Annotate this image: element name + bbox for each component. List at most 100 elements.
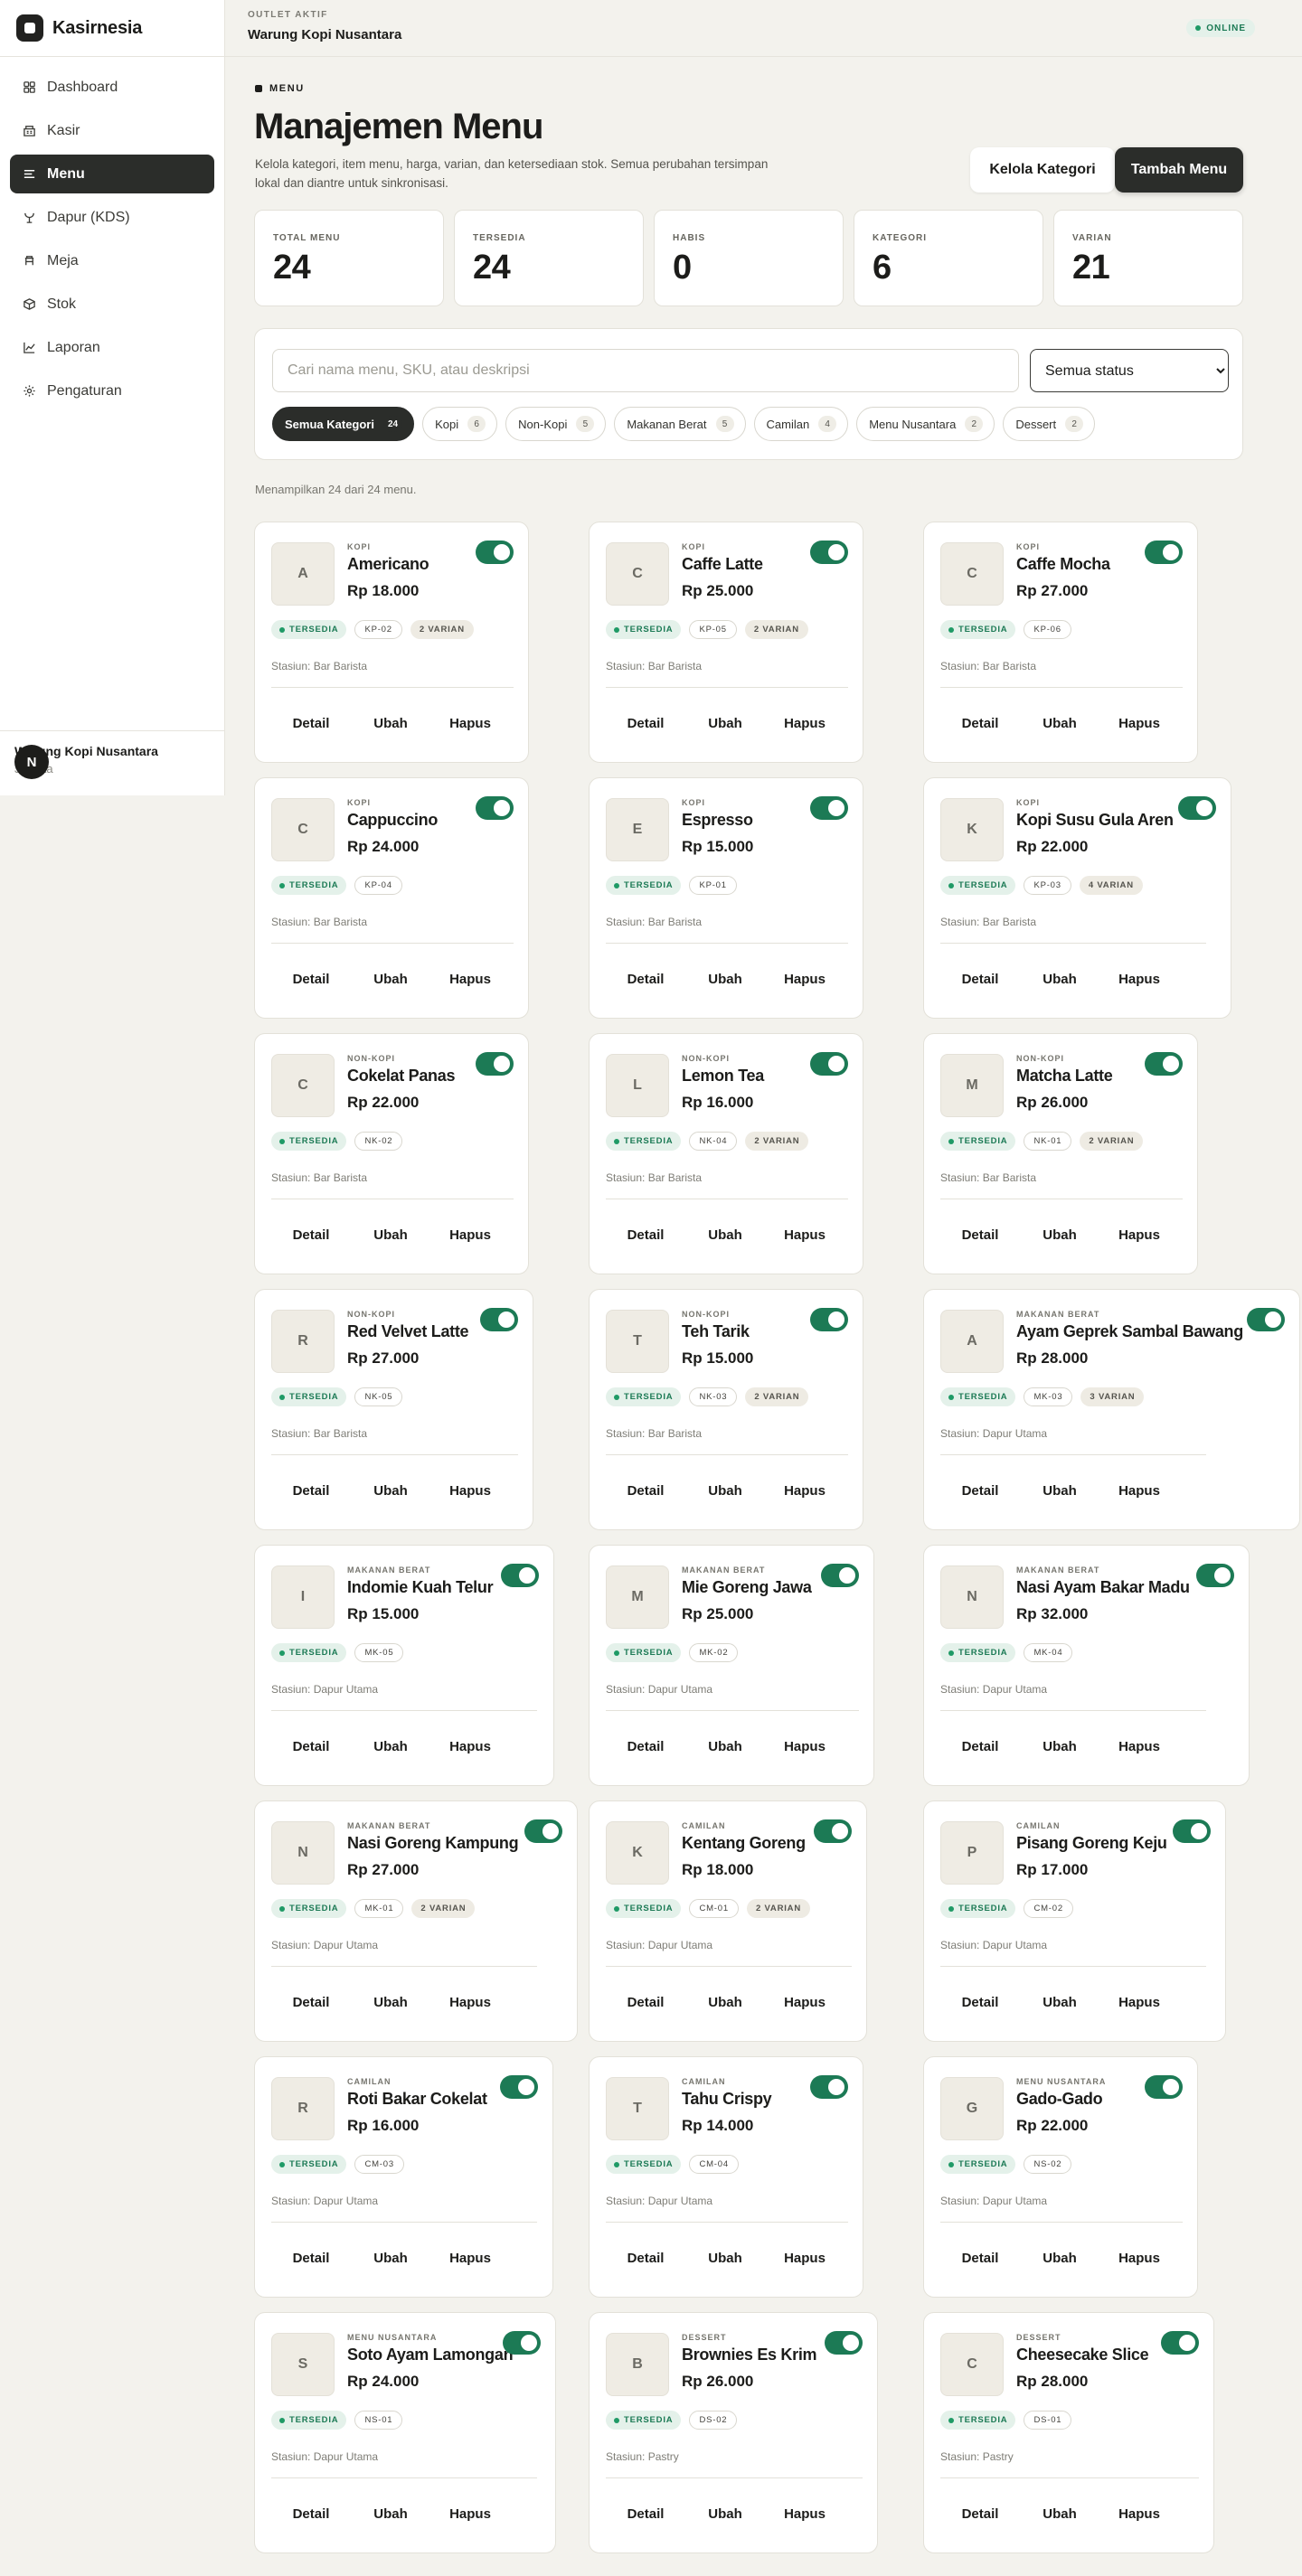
delete-button[interactable]: Hapus: [765, 1217, 844, 1253]
delete-button[interactable]: Hapus: [1099, 1472, 1179, 1509]
availability-toggle[interactable]: [814, 1819, 852, 1843]
sidebar-item-meja[interactable]: Meja: [10, 241, 214, 280]
edit-button[interactable]: Ubah: [685, 1217, 765, 1253]
delete-button[interactable]: Hapus: [430, 2496, 510, 2532]
detail-button[interactable]: Detail: [271, 2240, 351, 2276]
detail-button[interactable]: Detail: [606, 1728, 685, 1764]
availability-toggle[interactable]: [825, 2331, 863, 2355]
availability-toggle[interactable]: [1161, 2331, 1199, 2355]
detail-button[interactable]: Detail: [606, 2240, 685, 2276]
detail-button[interactable]: Detail: [940, 1728, 1020, 1764]
edit-button[interactable]: Ubah: [685, 2240, 765, 2276]
availability-toggle[interactable]: [1196, 1564, 1234, 1587]
edit-button[interactable]: Ubah: [1020, 1728, 1099, 1764]
chip-makanan-berat[interactable]: Makanan Berat 5: [614, 407, 746, 441]
edit-button[interactable]: Ubah: [685, 1728, 765, 1764]
availability-toggle[interactable]: [1145, 2075, 1183, 2099]
edit-button[interactable]: Ubah: [351, 2240, 430, 2276]
delete-button[interactable]: Hapus: [1099, 2496, 1179, 2532]
delete-button[interactable]: Hapus: [765, 2496, 844, 2532]
menu-card[interactable]: C KOPI Caffe Latte Rp 25.000 TERSEDIA KP-05 2 …: [589, 522, 863, 763]
delete-button[interactable]: Hapus: [430, 1472, 510, 1509]
delete-button[interactable]: Hapus: [430, 1728, 510, 1764]
edit-button[interactable]: Ubah: [1020, 1984, 1099, 2020]
edit-button[interactable]: Ubah: [351, 1728, 430, 1764]
menu-card[interactable]: K KOPI Kopi Susu Gula Aren Rp 22.000 TERSEDI…: [923, 777, 1231, 1019]
menu-card[interactable]: E KOPI Espresso Rp 15.000 TERSEDIA KP-01 Stasi…: [589, 777, 863, 1019]
delete-button[interactable]: Hapus: [1099, 1984, 1179, 2020]
availability-toggle[interactable]: [500, 2075, 538, 2099]
delete-button[interactable]: Hapus: [1099, 705, 1179, 741]
menu-card[interactable]: N MAKANAN BERAT Nasi Goreng Kampung Rp 27.0…: [254, 1800, 578, 2042]
detail-button[interactable]: Detail: [606, 705, 685, 741]
menu-card[interactable]: P CAMILAN Pisang Goreng Keju Rp 17.000 TERSE…: [923, 1800, 1226, 2042]
chip-menu-nusantara[interactable]: Menu Nusantara 2: [856, 407, 995, 441]
detail-button[interactable]: Detail: [940, 1984, 1020, 2020]
delete-button[interactable]: Hapus: [430, 705, 510, 741]
availability-toggle[interactable]: [810, 796, 848, 820]
availability-toggle[interactable]: [810, 1052, 848, 1076]
edit-button[interactable]: Ubah: [1020, 961, 1099, 997]
detail-button[interactable]: Detail: [940, 1217, 1020, 1253]
availability-toggle[interactable]: [1145, 541, 1183, 564]
detail-button[interactable]: Detail: [271, 1472, 351, 1509]
detail-button[interactable]: Detail: [606, 1984, 685, 2020]
availability-toggle[interactable]: [810, 541, 848, 564]
detail-button[interactable]: Detail: [940, 705, 1020, 741]
menu-card[interactable]: T CAMILAN Tahu Crispy Rp 14.000 TERSEDIA CM-0…: [589, 2056, 863, 2298]
menu-card[interactable]: N MAKANAN BERAT Nasi Ayam Bakar Madu Rp 32.…: [923, 1545, 1250, 1786]
edit-button[interactable]: Ubah: [1020, 2496, 1099, 2532]
edit-button[interactable]: Ubah: [1020, 1472, 1099, 1509]
delete-button[interactable]: Hapus: [765, 2240, 844, 2276]
availability-toggle[interactable]: [476, 1052, 514, 1076]
detail-button[interactable]: Detail: [271, 1217, 351, 1253]
edit-button[interactable]: Ubah: [351, 961, 430, 997]
delete-button[interactable]: Hapus: [765, 1472, 844, 1509]
availability-toggle[interactable]: [1247, 1308, 1285, 1331]
chip-kopi[interactable]: Kopi 6: [422, 407, 498, 441]
sidebar-item-laporan[interactable]: Laporan: [10, 328, 214, 367]
chip-semua-kategori[interactable]: Semua Kategori 24: [272, 407, 415, 441]
delete-button[interactable]: Hapus: [1099, 2240, 1179, 2276]
detail-button[interactable]: Detail: [271, 2496, 351, 2532]
detail-button[interactable]: Detail: [606, 2496, 685, 2532]
sidebar-item-pengaturan[interactable]: Pengaturan: [10, 371, 214, 410]
status-select[interactable]: Semua status: [1030, 349, 1229, 392]
availability-toggle[interactable]: [821, 1564, 859, 1587]
delete-button[interactable]: Hapus: [765, 1728, 844, 1764]
detail-button[interactable]: Detail: [606, 961, 685, 997]
edit-button[interactable]: Ubah: [1020, 2240, 1099, 2276]
detail-button[interactable]: Detail: [271, 1984, 351, 2020]
menu-card[interactable]: L NON-KOPI Lemon Tea Rp 16.000 TERSEDIA NK-04…: [589, 1033, 863, 1274]
availability-toggle[interactable]: [503, 2331, 541, 2355]
edit-button[interactable]: Ubah: [351, 1217, 430, 1253]
add-menu-button[interactable]: Tambah Menu: [1115, 147, 1243, 193]
edit-button[interactable]: Ubah: [685, 1472, 765, 1509]
delete-button[interactable]: Hapus: [430, 1217, 510, 1253]
sidebar-item-dapur[interactable]: Dapur (KDS): [10, 198, 214, 237]
edit-button[interactable]: Ubah: [685, 705, 765, 741]
detail-button[interactable]: Detail: [271, 1728, 351, 1764]
availability-toggle[interactable]: [480, 1308, 518, 1331]
delete-button[interactable]: Hapus: [765, 1984, 844, 2020]
detail-button[interactable]: Detail: [940, 1472, 1020, 1509]
menu-card[interactable]: R CAMILAN Roti Bakar Cokelat Rp 16.000 TERSE…: [254, 2056, 553, 2298]
delete-button[interactable]: Hapus: [765, 961, 844, 997]
availability-toggle[interactable]: [476, 541, 514, 564]
delete-button[interactable]: Hapus: [430, 1984, 510, 2020]
edit-button[interactable]: Ubah: [685, 1984, 765, 2020]
menu-card[interactable]: M NON-KOPI Matcha Latte Rp 26.000 TERSEDIA NK…: [923, 1033, 1198, 1274]
availability-toggle[interactable]: [810, 1308, 848, 1331]
edit-button[interactable]: Ubah: [351, 705, 430, 741]
detail-button[interactable]: Detail: [271, 705, 351, 741]
menu-card[interactable]: A MAKANAN BERAT Ayam Geprek Sambal Bawang R…: [923, 1289, 1300, 1530]
edit-button[interactable]: Ubah: [685, 961, 765, 997]
detail-button[interactable]: Detail: [940, 2240, 1020, 2276]
availability-toggle[interactable]: [1145, 1052, 1183, 1076]
avatar[interactable]: N: [14, 745, 49, 779]
delete-button[interactable]: Hapus: [765, 705, 844, 741]
availability-toggle[interactable]: [476, 796, 514, 820]
edit-button[interactable]: Ubah: [1020, 705, 1099, 741]
menu-card[interactable]: K CAMILAN Kentang Goreng Rp 18.000 TERSEDIA C…: [589, 1800, 867, 2042]
delete-button[interactable]: Hapus: [1099, 961, 1179, 997]
